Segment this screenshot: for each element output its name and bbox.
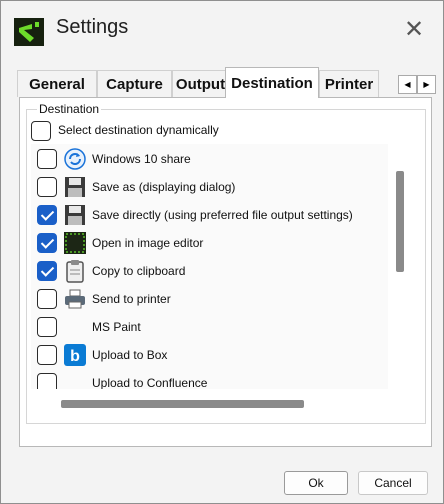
greenshot-logo-icon [14,18,44,46]
box-icon: b [63,343,87,367]
select-dynamic-label: Select destination dynamically [58,123,219,137]
item-checkbox[interactable] [37,205,57,225]
tab-general[interactable]: General [17,70,97,97]
item-checkbox[interactable] [37,177,57,197]
cancel-button[interactable]: Cancel [358,471,428,495]
tab-scroll-buttons: ◀ ▶ [398,75,438,95]
settings-window: Settings ✕ General Capture Output Destin… [0,0,444,504]
item-checkbox[interactable] [37,289,57,309]
printer-icon [63,287,87,311]
window-title: Settings [56,16,129,38]
item-checkbox[interactable] [37,317,57,337]
item-label: Windows 10 share [92,152,191,166]
horizontal-scroll-thumb[interactable] [61,400,304,408]
close-icon[interactable]: ✕ [399,15,429,45]
ok-button[interactable]: Ok [284,471,348,495]
list-item[interactable]: Copy to clipboard [31,257,388,285]
list-item[interactable]: MS Paint [31,313,388,341]
tab-printer[interactable]: Printer [319,70,379,97]
floppy-icon [63,175,87,199]
list-item[interactable]: Open in image editor [31,229,388,257]
item-checkbox[interactable] [37,261,57,281]
select-dynamic-checkbox[interactable] [31,121,51,141]
title-bar[interactable]: Settings ✕ [1,1,443,57]
item-label: Upload to Confluence [92,376,208,389]
destination-group-label: Destination [37,102,102,116]
floppy-icon [63,203,87,227]
item-label: Upload to Box [92,348,168,362]
vertical-scroll-thumb[interactable] [396,171,404,272]
item-label: Open in image editor [92,236,204,250]
item-label: Send to printer [92,292,171,306]
list-item[interactable]: Upload to Confluence [31,369,388,389]
list-item[interactable]: Send to printer [31,285,388,313]
image-editor-icon [63,231,87,255]
item-label: Save directly (using preferred file outp… [92,208,353,222]
share-icon [63,147,87,171]
list-horizontal-scrollbar[interactable] [31,391,388,413]
tab-strip: General Capture Output Destination Print… [17,67,442,98]
list-item[interactable]: b Upload to Box [31,341,388,369]
tab-destination[interactable]: Destination [225,67,319,98]
item-label: Copy to clipboard [92,264,186,278]
destination-list: Windows 10 share Save as (displaying dia… [31,144,388,389]
svg-text:b: b [70,348,80,365]
item-checkbox[interactable] [37,373,57,389]
list-vertical-scrollbar[interactable] [389,144,411,389]
list-item[interactable]: Save directly (using preferred file outp… [31,201,388,229]
tab-output[interactable]: Output [172,70,229,97]
item-checkbox[interactable] [37,233,57,253]
item-checkbox[interactable] [37,345,57,365]
list-item[interactable]: Save as (displaying dialog) [31,173,388,201]
clipboard-icon [63,259,87,283]
tab-scroll-right-icon[interactable]: ▶ [417,75,436,94]
tab-scroll-left-icon[interactable]: ◀ [398,75,417,94]
tab-capture[interactable]: Capture [97,70,172,97]
list-item[interactable]: Windows 10 share [31,145,388,173]
item-label: MS Paint [92,320,141,334]
item-label: Save as (displaying dialog) [92,180,236,194]
item-checkbox[interactable] [37,149,57,169]
